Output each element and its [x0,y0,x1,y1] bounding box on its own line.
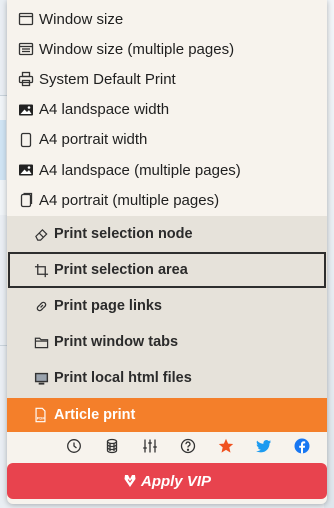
history-button[interactable] [55,434,93,462]
image-landscape-icon [18,102,34,118]
tool-label: Print selection area [54,262,188,278]
tool-print-page-links[interactable]: Print page links [7,288,327,324]
printer-icon [18,71,34,87]
pdf-file-icon: PDF [33,407,49,423]
footer-toolbar [7,434,327,462]
database-icon [104,438,120,459]
menu-item-window-size-multiple[interactable]: Window size (multiple pages) [7,34,327,64]
favorite-button[interactable] [207,434,245,462]
settings-button[interactable] [131,434,169,462]
menu-item-label: A4 landspace (multiple pages) [39,161,241,179]
menu-item-window-size[interactable]: Window size [7,4,327,34]
link-icon [33,298,49,314]
tool-label: Print local html files [54,370,192,386]
page-portrait-multi-icon [18,192,34,208]
tool-print-window-tabs[interactable]: Print window tabs [7,324,327,360]
menu-item-label: A4 portrait (multiple pages) [39,191,220,209]
folder-icon [33,334,49,350]
sliders-icon [142,438,158,459]
star-icon [218,438,234,459]
menu-item-label: Window size (multiple pages) [39,40,235,58]
apply-vip-label: Apply VIP [140,472,211,490]
twitter-icon [256,438,272,459]
tool-label: Print window tabs [54,334,179,350]
menu-item-a4-landscape-multiple[interactable]: A4 landspace (multiple pages) [7,155,327,185]
apply-vip-button[interactable]: Apply VIP [7,463,327,499]
menu-item-label: System Default Print [39,70,176,88]
menu-item-label: Window size [39,10,124,28]
menu-item-label: A4 portrait width [39,131,148,149]
tool-label: Print selection node [54,226,193,242]
twitter-button[interactable] [245,434,283,462]
image-landscape-multi-icon [18,162,34,178]
history-icon [66,438,82,459]
print-mode-list: Window size Window size (multiple pages)… [7,0,327,215]
facebook-icon [294,438,310,459]
article-print-label: Article print [54,407,136,423]
crop-icon [33,262,49,278]
facebook-button[interactable] [283,434,321,462]
eraser-icon [33,226,49,242]
monitor-icon [33,370,49,386]
menu-item-a4-landscape-width[interactable]: A4 landspace width [7,95,327,125]
print-menu-popup: Window size Window size (multiple pages)… [7,0,327,504]
tool-print-local-html-files[interactable]: Print local html files [7,360,327,396]
database-button[interactable] [93,434,131,462]
tool-print-selection-node[interactable]: Print selection node [7,216,327,252]
help-button[interactable] [169,434,207,462]
svg-text:PDF: PDF [37,415,46,420]
article-print-button[interactable]: PDF Article print [7,398,327,432]
multi-window-icon [18,41,34,57]
tool-print-selection-area[interactable]: Print selection area [8,252,326,288]
tool-label: Print page links [54,298,162,314]
menu-item-a4-portrait-multiple[interactable]: A4 portrait (multiple pages) [7,185,327,215]
background-page-accent [0,120,6,180]
menu-item-label: A4 landspace width [39,101,170,119]
vip-badge-icon [123,474,137,488]
menu-item-system-default-print[interactable]: System Default Print [7,64,327,94]
window-icon [18,11,34,27]
page-portrait-icon [18,132,34,148]
help-icon [180,438,196,459]
menu-item-a4-portrait-width[interactable]: A4 portrait width [7,125,327,155]
